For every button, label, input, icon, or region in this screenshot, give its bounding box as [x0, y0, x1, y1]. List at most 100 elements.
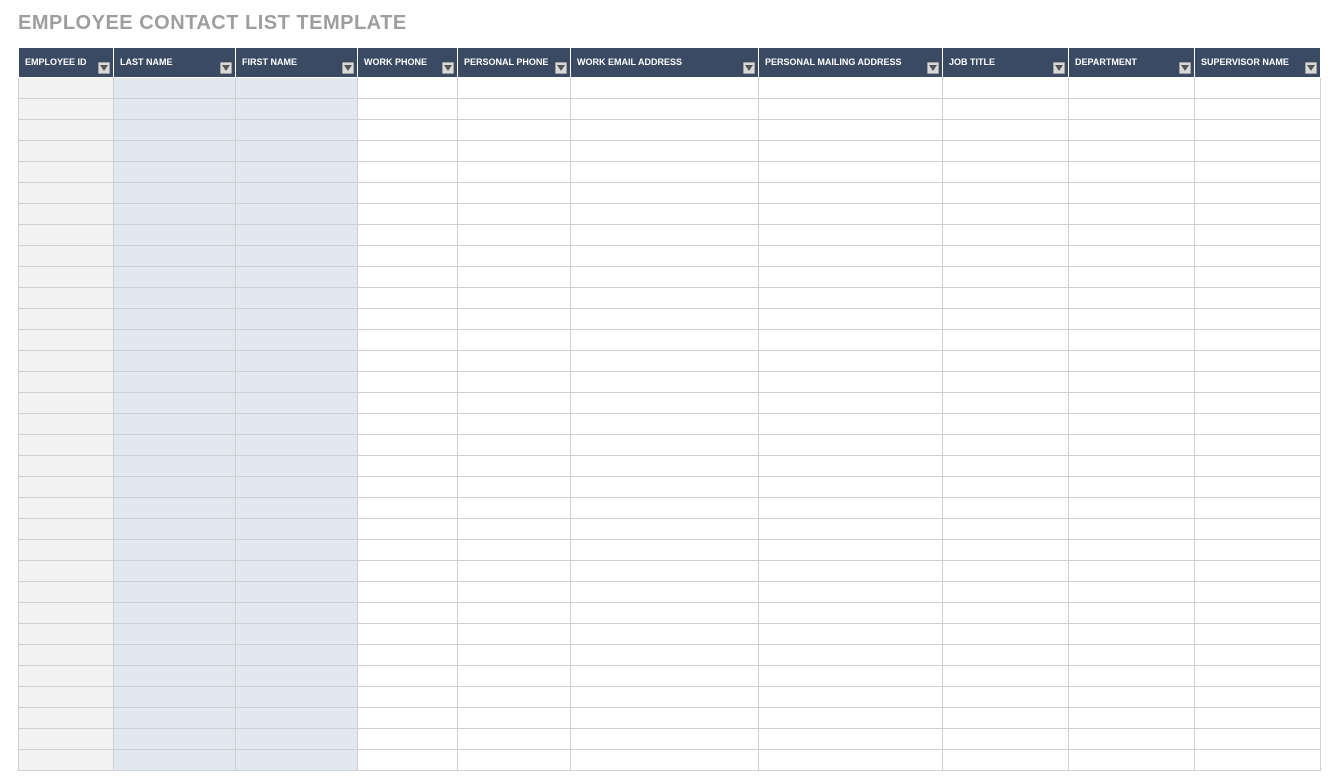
table-cell[interactable] — [114, 540, 236, 561]
table-cell[interactable] — [759, 309, 943, 330]
table-cell[interactable] — [1069, 225, 1195, 246]
table-cell[interactable] — [236, 183, 358, 204]
column-header[interactable]: DEPARTMENT — [1069, 48, 1195, 78]
table-cell[interactable] — [236, 666, 358, 687]
table-cell[interactable] — [571, 309, 759, 330]
table-cell[interactable] — [1195, 666, 1321, 687]
table-cell[interactable] — [759, 99, 943, 120]
table-cell[interactable] — [236, 750, 358, 771]
table-cell[interactable] — [943, 666, 1069, 687]
table-cell[interactable] — [1195, 267, 1321, 288]
table-cell[interactable] — [759, 414, 943, 435]
table-cell[interactable] — [943, 225, 1069, 246]
table-cell[interactable] — [358, 267, 458, 288]
table-cell[interactable] — [458, 435, 571, 456]
table-cell[interactable] — [571, 183, 759, 204]
filter-dropdown-icon[interactable] — [98, 62, 110, 74]
table-cell[interactable] — [358, 435, 458, 456]
table-cell[interactable] — [943, 519, 1069, 540]
table-cell[interactable] — [114, 162, 236, 183]
table-cell[interactable] — [1069, 183, 1195, 204]
table-cell[interactable] — [236, 78, 358, 99]
table-cell[interactable] — [114, 309, 236, 330]
table-cell[interactable] — [1195, 309, 1321, 330]
table-cell[interactable] — [1069, 519, 1195, 540]
table-cell[interactable] — [358, 309, 458, 330]
table-cell[interactable] — [759, 687, 943, 708]
table-cell[interactable] — [1069, 624, 1195, 645]
table-cell[interactable] — [571, 99, 759, 120]
table-cell[interactable] — [1195, 225, 1321, 246]
table-cell[interactable] — [458, 120, 571, 141]
table-cell[interactable] — [236, 435, 358, 456]
column-header[interactable]: SUPERVISOR NAME — [1195, 48, 1321, 78]
table-cell[interactable] — [1069, 708, 1195, 729]
table-cell[interactable] — [19, 687, 114, 708]
table-cell[interactable] — [943, 246, 1069, 267]
table-cell[interactable] — [458, 204, 571, 225]
table-cell[interactable] — [759, 729, 943, 750]
table-cell[interactable] — [1069, 267, 1195, 288]
filter-dropdown-icon[interactable] — [555, 62, 567, 74]
table-cell[interactable] — [1195, 78, 1321, 99]
table-cell[interactable] — [458, 603, 571, 624]
table-cell[interactable] — [358, 162, 458, 183]
table-cell[interactable] — [943, 372, 1069, 393]
table-cell[interactable] — [236, 687, 358, 708]
table-cell[interactable] — [759, 750, 943, 771]
table-cell[interactable] — [1069, 78, 1195, 99]
table-cell[interactable] — [1195, 477, 1321, 498]
table-cell[interactable] — [236, 393, 358, 414]
table-cell[interactable] — [1195, 204, 1321, 225]
table-cell[interactable] — [236, 162, 358, 183]
table-cell[interactable] — [1069, 246, 1195, 267]
table-cell[interactable] — [358, 582, 458, 603]
table-cell[interactable] — [458, 456, 571, 477]
table-cell[interactable] — [1069, 687, 1195, 708]
table-cell[interactable] — [571, 561, 759, 582]
table-cell[interactable] — [1195, 288, 1321, 309]
filter-dropdown-icon[interactable] — [1305, 62, 1317, 74]
table-cell[interactable] — [571, 519, 759, 540]
table-cell[interactable] — [236, 729, 358, 750]
table-cell[interactable] — [1069, 456, 1195, 477]
table-cell[interactable] — [114, 456, 236, 477]
table-cell[interactable] — [358, 540, 458, 561]
table-cell[interactable] — [943, 561, 1069, 582]
table-cell[interactable] — [1195, 372, 1321, 393]
table-cell[interactable] — [19, 414, 114, 435]
table-cell[interactable] — [571, 288, 759, 309]
table-cell[interactable] — [458, 477, 571, 498]
table-cell[interactable] — [19, 351, 114, 372]
table-cell[interactable] — [358, 120, 458, 141]
table-cell[interactable] — [114, 393, 236, 414]
table-cell[interactable] — [943, 267, 1069, 288]
table-cell[interactable] — [458, 351, 571, 372]
table-cell[interactable] — [943, 708, 1069, 729]
table-cell[interactable] — [1069, 750, 1195, 771]
table-cell[interactable] — [114, 225, 236, 246]
table-cell[interactable] — [19, 645, 114, 666]
table-cell[interactable] — [358, 246, 458, 267]
table-cell[interactable] — [571, 225, 759, 246]
table-cell[interactable] — [114, 582, 236, 603]
table-cell[interactable] — [236, 540, 358, 561]
table-cell[interactable] — [114, 414, 236, 435]
table-cell[interactable] — [458, 519, 571, 540]
table-cell[interactable] — [1195, 246, 1321, 267]
table-cell[interactable] — [1195, 708, 1321, 729]
table-cell[interactable] — [943, 204, 1069, 225]
table-cell[interactable] — [943, 729, 1069, 750]
table-cell[interactable] — [943, 498, 1069, 519]
table-cell[interactable] — [1069, 540, 1195, 561]
table-cell[interactable] — [943, 309, 1069, 330]
table-cell[interactable] — [571, 330, 759, 351]
table-cell[interactable] — [1195, 141, 1321, 162]
table-cell[interactable] — [19, 267, 114, 288]
table-cell[interactable] — [759, 351, 943, 372]
table-cell[interactable] — [19, 372, 114, 393]
table-cell[interactable] — [19, 624, 114, 645]
table-cell[interactable] — [759, 540, 943, 561]
table-cell[interactable] — [759, 561, 943, 582]
table-cell[interactable] — [759, 603, 943, 624]
